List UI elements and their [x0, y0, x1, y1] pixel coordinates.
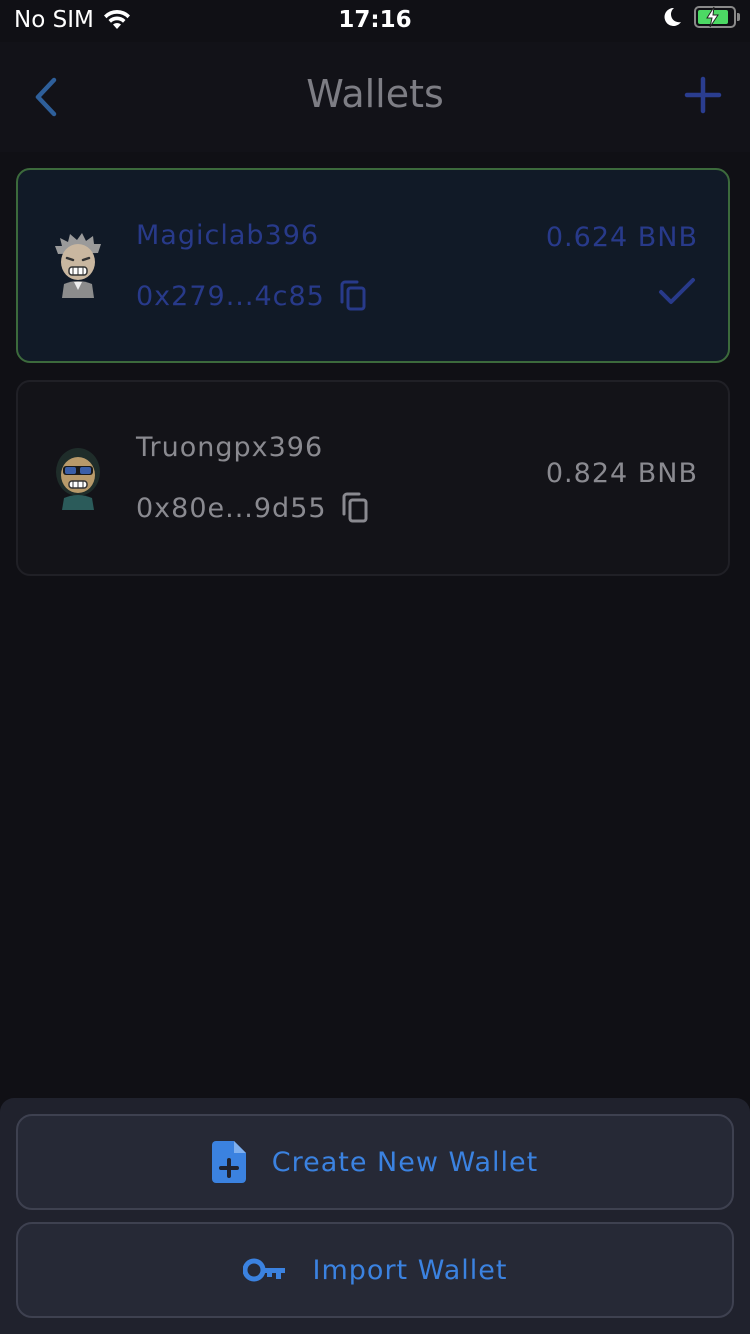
key-icon [242, 1258, 285, 1282]
nav-bar: Wallets [0, 42, 750, 152]
import-wallet-button[interactable]: Import Wallet [16, 1222, 734, 1318]
wallet-balance: 0.624 BNB [545, 222, 698, 253]
wallet-address-row: 0x80e...9d55 [136, 492, 369, 524]
plus-icon [684, 76, 722, 114]
wallet-name: Truongpx396 [136, 432, 324, 463]
battery-icon [694, 6, 740, 28]
file-plus-icon [211, 1141, 246, 1183]
wallet-name: Magiclab396 [136, 220, 320, 251]
add-wallet-button[interactable] [684, 76, 722, 114]
checkmark-icon [659, 278, 695, 304]
clock: 17:16 [338, 7, 412, 33]
bottom-action-sheet: Create New Wallet Import Wallet [0, 1098, 750, 1334]
copy-icon[interactable] [341, 492, 369, 524]
avatar-icon [55, 233, 101, 298]
moon-icon [664, 7, 681, 26]
import-wallet-label: Import Wallet [312, 1254, 508, 1286]
wallet-address: 0x279...4c85 [136, 280, 325, 312]
status-right [662, 6, 740, 28]
copy-icon[interactable] [339, 280, 367, 312]
create-wallet-button[interactable]: Create New Wallet [16, 1114, 734, 1210]
page-title: Wallets [306, 72, 444, 116]
wallet-balance: 0.824 BNB [545, 458, 698, 489]
avatar-icon [56, 448, 100, 510]
wallet-card[interactable]: Truongpx396 0x80e...9d55 0.824 BNB [16, 380, 730, 576]
status-bar: No SIM 17:16 [0, 0, 750, 42]
wallet-address-row: 0x279...4c85 [136, 280, 367, 312]
create-wallet-label: Create New Wallet [271, 1146, 539, 1178]
wallet-card-selected[interactable]: Magiclab396 0x279...4c85 0.624 BNB [16, 168, 730, 363]
wallet-address: 0x80e...9d55 [136, 492, 327, 524]
